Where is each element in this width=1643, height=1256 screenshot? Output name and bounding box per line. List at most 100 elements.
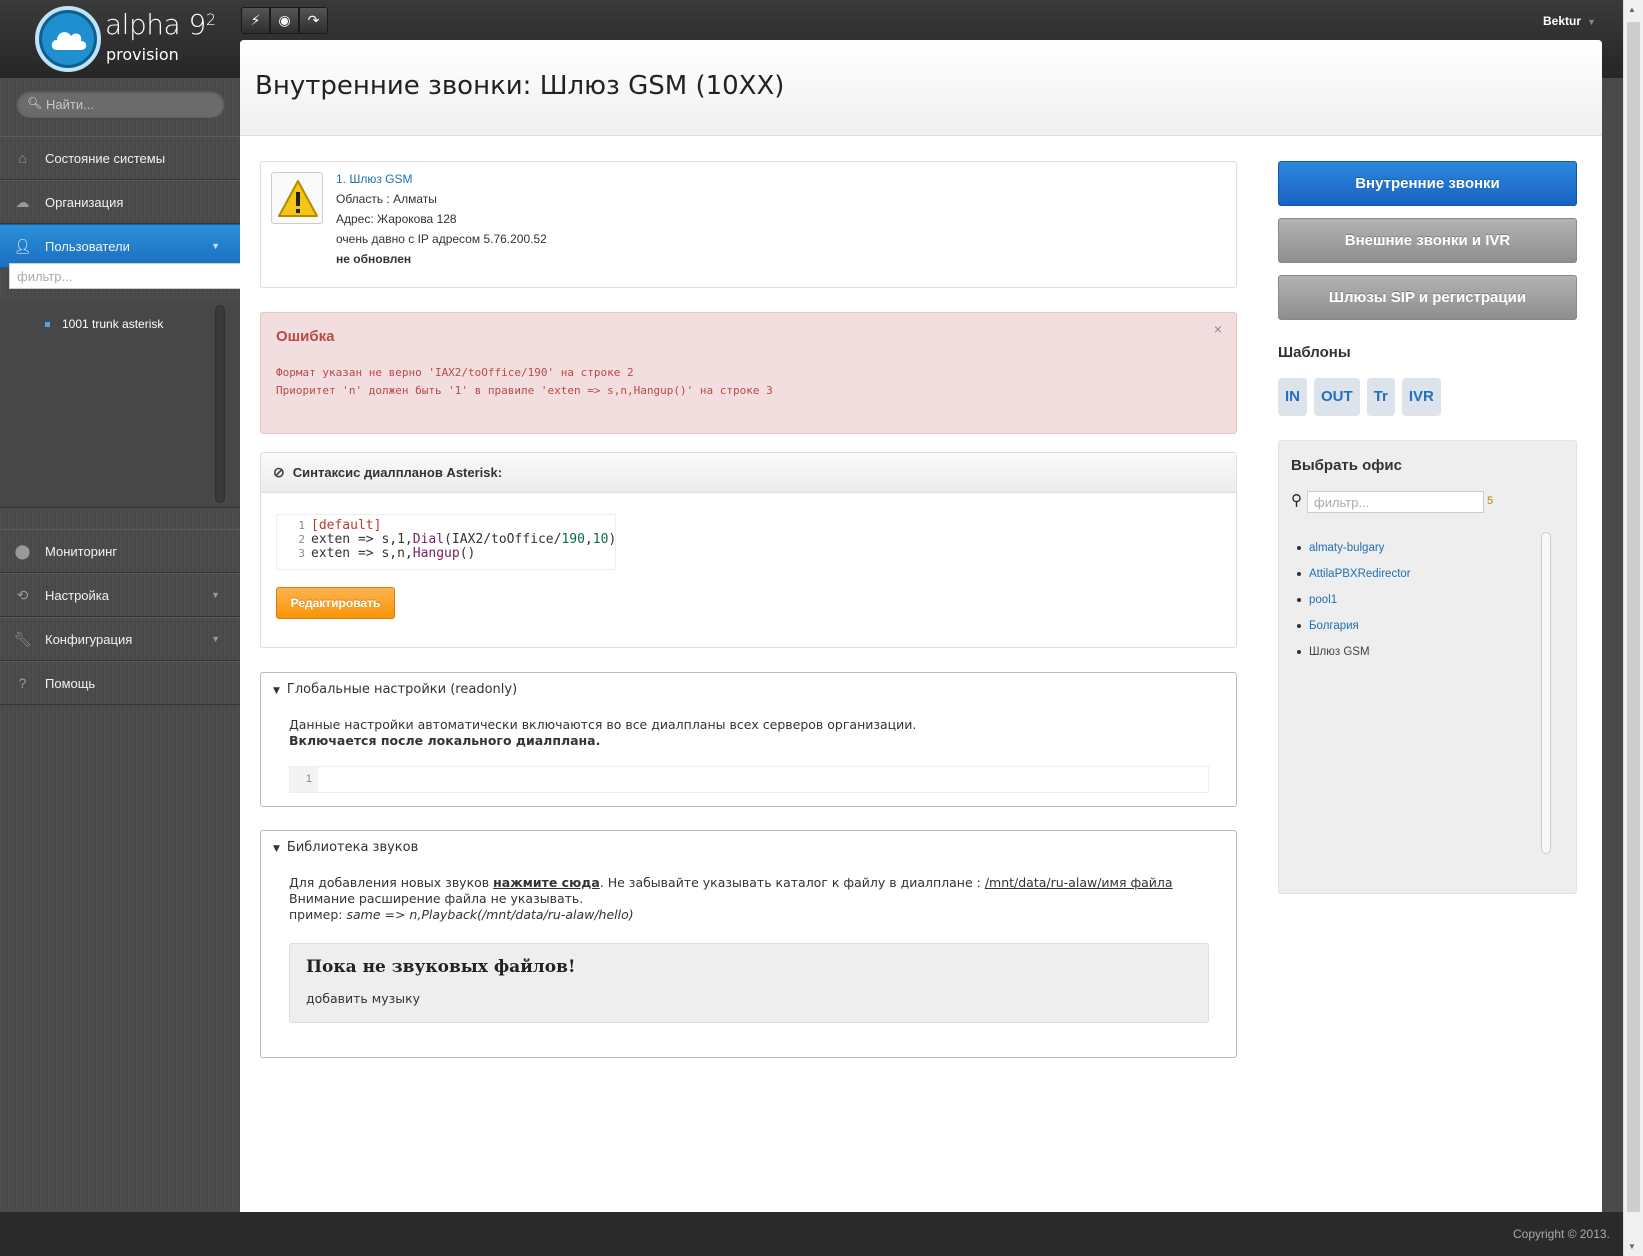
wrench-icon: 🔧︎ [13, 630, 32, 647]
template-ivr-button[interactable]: IVR [1401, 378, 1441, 416]
server-link[interactable]: 1. Шлюз GSM [336, 172, 413, 186]
office-item[interactable]: Болгария [1297, 613, 1411, 639]
users-filter-input[interactable] [9, 263, 242, 289]
line-number: 3 [298, 547, 305, 560]
template-tr-button[interactable]: Tr [1366, 378, 1395, 416]
warning-icon [271, 172, 323, 224]
lightning-button[interactable]: ⚡︎ [241, 7, 270, 34]
description-text: Данные настройки автоматически включаютс… [289, 717, 917, 732]
global-settings-toggle[interactable]: ▼ Глобальные настройки (readonly) [273, 682, 517, 697]
refresh-icon: ⟲ [16, 586, 29, 603]
template-out-button[interactable]: OUT [1314, 378, 1360, 416]
tree-item-trunk[interactable]: 1001 trunk asterisk [45, 317, 163, 331]
caret-down-icon: ▼ [273, 686, 280, 696]
sound-library-toggle[interactable]: ▼ Библиотека звуков [273, 840, 418, 855]
sidebar-item-configuration[interactable]: 🔧︎ Конфигурация ▼ [0, 617, 240, 661]
section-title: Глобальные настройки (readonly) [286, 682, 518, 697]
office-list-scrollbar[interactable] [1541, 532, 1551, 854]
redo-button[interactable]: ↷ [299, 7, 328, 34]
add-music-link[interactable]: добавить музыку [306, 991, 420, 1006]
error-line: Формат указан не верно 'IAX2/toOffice/19… [276, 366, 634, 379]
no-sounds-title: Пока не звуковых файлов! [306, 957, 576, 977]
scrollbar-thumb[interactable] [1627, 22, 1640, 1212]
error-line: Приоритет 'n' должен быть '1' в правиле … [276, 384, 773, 397]
templates-label: Шаблоны [1278, 344, 1351, 361]
page-title: Внутренние звонки: Шлюз GSM (10XX) [255, 71, 785, 101]
page-scrollbar[interactable]: ▲ ▼ [1623, 0, 1643, 1256]
no-sounds-well: Пока не звуковых файлов! добавить музыку [289, 943, 1209, 1023]
template-in-button[interactable]: IN [1278, 378, 1307, 416]
syntax-title: Синтаксис диалпланов Asterisk: [292, 465, 503, 480]
office-item[interactable]: pool1 [1297, 587, 1411, 613]
sidebar-nav-top: ⌂ Состояние системы ☁ Организация 👤︎ Пол… [0, 136, 240, 268]
sidebar-item-label: Настройка [45, 587, 109, 603]
lightning-icon: ⚡︎ [250, 12, 261, 28]
office-selector: Выбрать офис ⚲ 5 almaty-bulgary AttilaPB… [1278, 440, 1577, 894]
description-bold: Включается после локального диалплана. [289, 733, 601, 748]
sidebar-item-label: Помощь [45, 675, 96, 691]
edit-button[interactable]: Редактировать [276, 587, 395, 619]
filter-search-icon: ⚲ [1291, 492, 1302, 509]
dialplan-code[interactable]: 1 2 3 [default] exten => s,1,Dial(IAX2/t… [276, 514, 616, 570]
caret-down-icon: ▼ [1587, 17, 1596, 27]
office-title: Выбрать офис [1291, 457, 1402, 474]
user-menu[interactable]: Bektur ▼ [1543, 14, 1596, 28]
office-filter-input[interactable] [1307, 491, 1484, 513]
footer: Copyright © 2013. [0, 1212, 1643, 1256]
sidebar-item-label: Мониторинг [45, 543, 118, 559]
line-number: 2 [298, 533, 305, 546]
sidebar-nav-bottom: ⬤ Мониторинг ⟲ Настройка ▼ 🔧︎ Конфигурац… [0, 529, 240, 705]
sound-library-description: Для добавления новых звуков нажмите сюда… [289, 875, 1189, 923]
users-tree: 1001 trunk asterisk [0, 300, 240, 508]
sound-library-panel: ▼ Библиотека звуков Для добавления новых … [260, 830, 1237, 1058]
eye-button[interactable]: ◉ [270, 7, 299, 34]
sidebar-item-settings[interactable]: ⟲ Настройка ▼ [0, 573, 240, 617]
brand-superscript: 2 [205, 10, 216, 29]
server-address: Адрес: Жарокова 128 [336, 212, 457, 226]
brand-subtitle: provision [106, 45, 179, 64]
content-panel: Внутренние звонки: Шлюз GSM (10XX) 1. Шл… [240, 40, 1602, 1212]
scroll-down-icon[interactable]: ▼ [1628, 1242, 1636, 1251]
sidebar-item-monitoring[interactable]: ⬤ Мониторинг [0, 529, 240, 573]
sidebar-item-users[interactable]: 👤︎ Пользователи ▼ [0, 224, 240, 268]
redo-icon: ↷ [307, 12, 320, 28]
line-numbers: 1 2 3 [277, 519, 305, 561]
dialplan-syntax-panel: ⊘ Синтаксис диалпланов Asterisk: 1 2 3 [… [260, 452, 1237, 648]
logo[interactable]: alpha 92 provision [35, 6, 235, 72]
example-label: пример: [289, 907, 347, 922]
error-title: Ошибка [276, 328, 335, 345]
syntax-header: ⊘ Синтаксис диалпланов Asterisk: [261, 453, 1236, 493]
text: . Не забывайте указывать каталог к файлу… [599, 875, 985, 890]
eye-icon: ◉ [278, 12, 291, 28]
cloud-icon: ☁ [15, 193, 30, 210]
scroll-up-icon[interactable]: ▲ [1628, 5, 1636, 14]
chevron-down-icon: ▼ [211, 241, 220, 251]
office-item[interactable]: almaty-bulgary [1297, 535, 1411, 561]
sidebar-item-system-status[interactable]: ⌂ Состояние системы [0, 136, 240, 180]
sip-gateways-button[interactable]: Шлюзы SIP и регистрации [1278, 275, 1577, 320]
sidebar-item-organization[interactable]: ☁ Организация [0, 180, 240, 224]
map-marker-icon: ⬤ [14, 542, 31, 559]
office-item[interactable]: AttilaPBXRedirector [1297, 561, 1411, 587]
close-icon[interactable]: × [1214, 321, 1222, 337]
quick-toolbar: ⚡︎ ◉ ↷ [241, 7, 328, 34]
internal-calls-button[interactable]: Внутренние звонки [1278, 161, 1577, 206]
sidebar-item-label: Конфигурация [45, 631, 133, 647]
sidebar: 🔍︎ ⌂ Состояние системы ☁ Организация 👤︎ … [0, 78, 242, 1212]
page-header: Внутренние звонки: Шлюз GSM (10XX) [240, 40, 1602, 136]
search-input[interactable] [16, 90, 225, 118]
cloud-logo-icon [35, 6, 101, 72]
tree-scrollbar[interactable] [215, 305, 225, 503]
error-messages: Формат указан не верно 'IAX2/toOffice/19… [276, 364, 773, 400]
sidebar-item-label: Состояние системы [45, 150, 166, 166]
error-alert: Ошибка × Формат указан не верно 'IAX2/to… [260, 312, 1237, 434]
global-settings-description: Данные настройки автоматически включаютс… [289, 717, 916, 749]
user-name: Bektur [1543, 14, 1582, 28]
sidebar-item-help[interactable]: ? Помощь [0, 661, 240, 705]
external-calls-ivr-button[interactable]: Внешние звонки и IVR [1278, 218, 1577, 263]
question-icon: ? [18, 675, 27, 691]
text: Внимание расширение файла не указывать. [289, 891, 584, 906]
chevron-down-icon: ▼ [211, 634, 220, 644]
example-code: same => n,Playback(/mnt/data/ru-alaw/hel… [346, 907, 634, 922]
add-sound-link[interactable]: нажмите сюда [493, 875, 600, 890]
